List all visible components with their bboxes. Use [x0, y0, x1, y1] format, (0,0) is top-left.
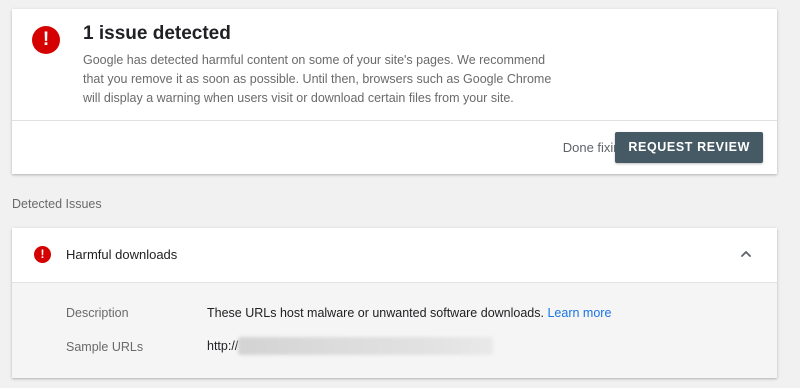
- alert-description: Google has detected harmful content on s…: [83, 53, 552, 105]
- issue-title: Harmful downloads: [66, 247, 178, 262]
- redacted-url: [238, 337, 494, 355]
- chevron-up-icon[interactable]: [739, 247, 753, 261]
- sample-url-prefix: http://: [207, 339, 239, 353]
- issue-card: ! Harmful downloads Description These UR…: [12, 228, 777, 378]
- issue-header[interactable]: ! Harmful downloads: [12, 228, 777, 282]
- detected-issues-heading: Detected Issues: [12, 197, 102, 211]
- sample-url-value[interactable]: http://: [207, 337, 494, 355]
- error-icon: !: [32, 26, 60, 54]
- divider: [12, 120, 777, 121]
- issue-alert-card: ! 1 issue detected Google has detected h…: [12, 9, 777, 174]
- request-review-button[interactable]: REQUEST REVIEW: [615, 132, 763, 163]
- learn-more-link[interactable]: Learn more: [547, 306, 611, 320]
- error-icon: !: [34, 246, 51, 263]
- issue-details: Description These URLs host malware or u…: [12, 282, 777, 378]
- description-text: These URLs host malware or unwanted soft…: [207, 306, 544, 320]
- description-value: These URLs host malware or unwanted soft…: [207, 306, 611, 320]
- alert-title: 1 issue detected: [83, 23, 231, 44]
- sample-urls-label: Sample URLs: [66, 340, 144, 354]
- description-label: Description: [66, 306, 129, 320]
